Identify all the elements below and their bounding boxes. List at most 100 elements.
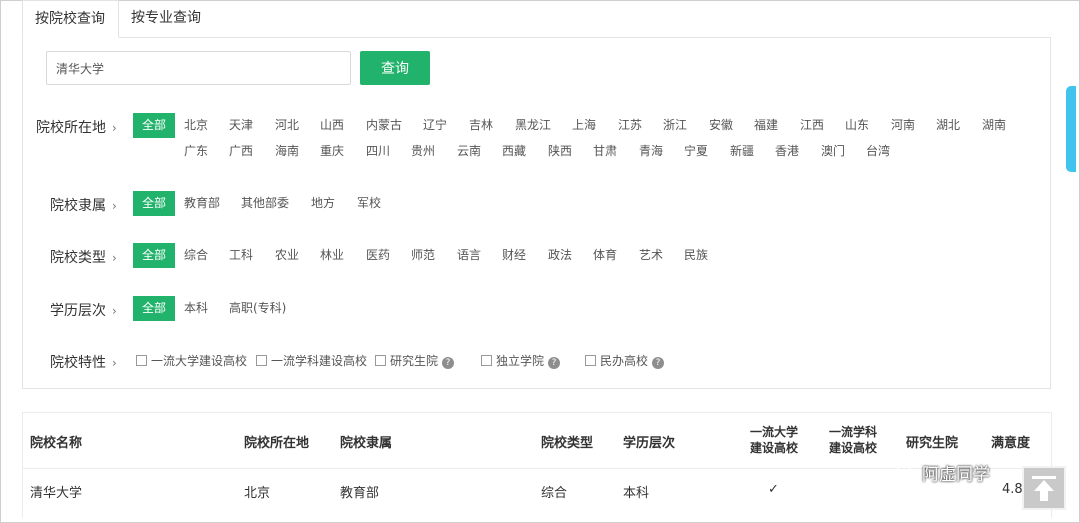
tab-by-major[interactable]: 按专业查询 bbox=[119, 0, 229, 38]
chevron-right-icon: › bbox=[112, 304, 117, 318]
table-cell-level: 本科 bbox=[623, 486, 650, 501]
filter-option-location[interactable]: 河北 bbox=[275, 113, 299, 138]
filter-option-location[interactable]: 辽宁 bbox=[423, 113, 447, 138]
filter-option-location[interactable]: 湖南 bbox=[982, 113, 1006, 138]
wechat-icon bbox=[896, 465, 918, 482]
filter-option-location[interactable]: 宁夏 bbox=[684, 139, 708, 164]
filter-option-location[interactable]: 内蒙古 bbox=[366, 113, 402, 138]
filter-label-text: 院校隶属 bbox=[50, 198, 106, 214]
checkbox-box[interactable] bbox=[585, 355, 596, 366]
feature-label: 一流学科建设高校 bbox=[271, 354, 368, 368]
checkbox-box[interactable] bbox=[481, 355, 492, 366]
feature-checkbox[interactable]: 一流大学建设高校 bbox=[136, 352, 247, 370]
filter-option-type[interactable]: 全部 bbox=[133, 243, 176, 268]
filter-option-location[interactable]: 湖北 bbox=[936, 113, 960, 138]
filter-option-type[interactable]: 语言 bbox=[457, 243, 481, 268]
feature-label: 独立学院 bbox=[496, 354, 545, 368]
table-cell-location: 北京 bbox=[244, 486, 271, 501]
filter-option-location[interactable]: 上海 bbox=[572, 113, 596, 138]
filter-option-location[interactable]: 天津 bbox=[229, 113, 253, 138]
question-circle-icon[interactable]: ? bbox=[548, 357, 561, 369]
filter-option-location[interactable]: 广西 bbox=[229, 139, 253, 164]
filter-option-location[interactable]: 河南 bbox=[891, 113, 915, 138]
filter-option-location[interactable]: 福建 bbox=[754, 113, 778, 138]
filter-option-location[interactable]: 山西 bbox=[320, 113, 344, 138]
filter-option-type[interactable]: 工科 bbox=[229, 243, 253, 268]
filter-label-text: 学历层次 bbox=[50, 303, 106, 319]
feature-label: 研究生院 bbox=[390, 354, 439, 368]
filter-label-text: 院校类型 bbox=[50, 250, 106, 266]
filter-option-location[interactable]: 安徽 bbox=[709, 113, 733, 138]
filter-option-location[interactable]: 香港 bbox=[775, 139, 799, 164]
filter-option-location[interactable]: 海南 bbox=[275, 139, 299, 164]
filter-option-level[interactable]: 全部 bbox=[133, 296, 176, 321]
table-cell-affiliation: 教育部 bbox=[340, 486, 380, 501]
filter-option-affiliation[interactable]: 教育部 bbox=[184, 191, 220, 216]
filter-option-type[interactable]: 林业 bbox=[320, 243, 344, 268]
filter-option-location[interactable]: 黑龙江 bbox=[515, 113, 551, 138]
filter-option-type[interactable]: 艺术 bbox=[639, 243, 663, 268]
filter-label-type: 院校类型 › bbox=[50, 247, 117, 267]
filter-option-location[interactable]: 广东 bbox=[184, 139, 208, 164]
filter-option-location[interactable]: 四川 bbox=[366, 139, 390, 164]
filter-option-location[interactable]: 贵州 bbox=[411, 139, 435, 164]
column-header: 学历层次 bbox=[623, 436, 676, 451]
feature-checkbox[interactable]: 民办高校? bbox=[585, 352, 665, 370]
filter-option-type[interactable]: 财经 bbox=[502, 243, 526, 268]
chevron-right-icon: › bbox=[112, 251, 117, 265]
filter-label-location: 院校所在地 › bbox=[36, 117, 117, 137]
search-button[interactable]: 查询 bbox=[360, 51, 430, 85]
side-scroll-tab[interactable] bbox=[1066, 86, 1076, 172]
filter-option-location[interactable]: 新疆 bbox=[730, 139, 754, 164]
tab-by-school[interactable]: 按院校查询 bbox=[22, 0, 119, 38]
filter-option-affiliation[interactable]: 全部 bbox=[133, 191, 176, 216]
filter-option-location[interactable]: 山东 bbox=[845, 113, 869, 138]
filter-option-location[interactable]: 云南 bbox=[457, 139, 481, 164]
filter-option-type[interactable]: 师范 bbox=[411, 243, 435, 268]
filter-option-type[interactable]: 医药 bbox=[366, 243, 390, 268]
table-cell-name[interactable]: 清华大学 bbox=[30, 482, 82, 501]
filter-option-affiliation[interactable]: 军校 bbox=[357, 191, 381, 216]
watermark: 阿虚同学 bbox=[896, 460, 990, 485]
back-to-top-button[interactable] bbox=[1022, 466, 1066, 510]
checkbox-box[interactable] bbox=[256, 355, 267, 366]
filter-option-type[interactable]: 综合 bbox=[184, 243, 208, 268]
filter-option-level[interactable]: 本科 bbox=[184, 296, 208, 321]
checkbox-box[interactable] bbox=[375, 355, 386, 366]
filter-option-type[interactable]: 体育 bbox=[593, 243, 617, 268]
filter-option-location[interactable]: 江苏 bbox=[618, 113, 642, 138]
filter-option-type[interactable]: 农业 bbox=[275, 243, 299, 268]
filter-option-location[interactable]: 澳门 bbox=[821, 139, 845, 164]
filter-option-location[interactable]: 浙江 bbox=[663, 113, 687, 138]
checkbox-box[interactable] bbox=[136, 355, 147, 366]
filter-option-type[interactable]: 民族 bbox=[684, 243, 708, 268]
filter-option-location[interactable]: 北京 bbox=[184, 113, 208, 138]
filter-option-location[interactable]: 台湾 bbox=[866, 139, 890, 164]
column-header: 院校名称 bbox=[30, 436, 83, 451]
filter-option-level[interactable]: 高职(专科) bbox=[229, 296, 286, 321]
filter-option-affiliation[interactable]: 地方 bbox=[311, 191, 335, 216]
filter-option-location[interactable]: 甘肃 bbox=[593, 139, 617, 164]
question-circle-icon[interactable]: ? bbox=[652, 357, 665, 369]
filter-label-text: 院校特性 bbox=[50, 355, 106, 371]
question-circle-icon[interactable]: ? bbox=[442, 357, 455, 369]
column-header: 院校类型 bbox=[541, 436, 594, 451]
filter-option-location[interactable]: 陕西 bbox=[548, 139, 572, 164]
feature-checkbox[interactable]: 研究生院? bbox=[375, 352, 455, 370]
table-cell-type: 综合 bbox=[541, 486, 568, 501]
filter-option-affiliation[interactable]: 其他部委 bbox=[241, 191, 289, 216]
filter-option-location[interactable]: 吉林 bbox=[469, 113, 493, 138]
feature-checkbox[interactable]: 一流学科建设高校 bbox=[256, 352, 367, 370]
filter-option-location[interactable]: 江西 bbox=[800, 113, 824, 138]
column-header: 一流学科 建设高校 bbox=[829, 425, 878, 455]
chevron-right-icon: › bbox=[112, 356, 117, 370]
school-search-input[interactable] bbox=[46, 51, 351, 85]
filter-option-type[interactable]: 政法 bbox=[548, 243, 572, 268]
feature-checkbox[interactable]: 独立学院? bbox=[481, 352, 561, 370]
filter-option-location[interactable]: 全部 bbox=[133, 113, 176, 138]
filter-option-location[interactable]: 西藏 bbox=[502, 139, 526, 164]
filter-option-location[interactable]: 青海 bbox=[639, 139, 663, 164]
filter-panel bbox=[22, 37, 1051, 389]
filter-option-location[interactable]: 重庆 bbox=[320, 139, 344, 164]
column-header: 满意度 bbox=[991, 436, 1031, 451]
